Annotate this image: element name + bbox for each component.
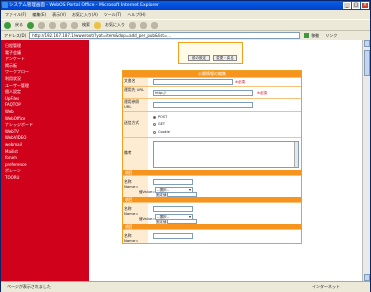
main-content: 前の設定 変更・戻る 公開情報の編集 文書名 ※必須 運用先 URL http:… xyxy=(96,40,362,281)
minimize-button[interactable]: _ xyxy=(343,2,351,9)
sidebar-item[interactable]: WebTV xyxy=(5,129,89,136)
menu-bar: ファイル(F) 編集(E) 表示(V) お気に入り(A) ツール(T) ヘルプ(… xyxy=(1,10,370,19)
title-label: 文書名 xyxy=(123,78,148,86)
value-label: 値Value= xyxy=(139,217,156,221)
change-return-button[interactable]: 変更・戻る xyxy=(213,55,237,61)
sidebar-item[interactable]: webmail xyxy=(5,142,89,149)
menu-file[interactable]: ファイル(F) xyxy=(5,10,26,19)
fixed-input[interactable] xyxy=(167,219,197,224)
scroll-down-icon[interactable] xyxy=(364,274,370,281)
status-bar: ページが表示されました インターネット xyxy=(1,281,370,292)
ref-url-label: 運用参照 URL xyxy=(123,99,148,111)
address-label: アドレス(D) xyxy=(4,32,27,38)
menu-help[interactable]: ヘルプ(H) xyxy=(127,10,145,19)
sidebar-item[interactable]: UpFiles xyxy=(5,96,89,103)
title-bar: システム管理画面 - WebOS Portal Office - Microso… xyxy=(1,1,370,10)
address-input[interactable]: http://192.167.187.1/wwwroot/?yat=item&d… xyxy=(29,32,301,39)
ie-icon xyxy=(2,2,8,8)
fixed-input[interactable] xyxy=(167,192,197,197)
name-input[interactable] xyxy=(153,206,193,212)
page-scrollbar[interactable] xyxy=(362,40,370,281)
favorites-icon[interactable] xyxy=(94,21,101,29)
refresh-icon[interactable] xyxy=(49,21,56,29)
window-title: システム管理画面 - WebOS Portal Office - Microso… xyxy=(9,3,159,8)
url-input[interactable]: http:// xyxy=(153,90,253,96)
scroll-thumb[interactable] xyxy=(364,50,370,76)
go-arrow-icon xyxy=(304,33,310,38)
sidebar-item[interactable]: WebVIDEO xyxy=(5,135,89,142)
ref-url-input[interactable] xyxy=(153,102,253,108)
radio-get-dot[interactable] xyxy=(153,122,156,126)
scroll-up-icon[interactable] xyxy=(364,40,370,47)
fixed-label: 固定値 xyxy=(156,220,167,224)
sidebar-menu: 日程管理 電子会議 アンケート 掲示板 ワークフロー 利用状況 ユーザー管理 個… xyxy=(1,40,89,281)
menu-edit[interactable]: 編集(E) xyxy=(32,10,46,19)
zone-label: インターネット xyxy=(312,284,340,289)
fixed-label: 固定値 xyxy=(156,193,167,197)
forward-icon[interactable] xyxy=(27,21,34,29)
back-icon[interactable] xyxy=(4,21,11,29)
favorites-label[interactable]: お気に入り xyxy=(105,22,125,28)
sidebar-item[interactable]: アンケート xyxy=(5,56,89,63)
history-icon[interactable] xyxy=(129,21,136,29)
menu-tools[interactable]: ツール(T) xyxy=(104,10,122,19)
sidebar-item[interactable]: ボレーン xyxy=(5,168,89,175)
go-button[interactable]: 移動 xyxy=(304,33,319,39)
browser-window: システム管理画面 - WebOS Portal Office - Microso… xyxy=(0,0,371,292)
links-label[interactable]: リンク xyxy=(325,33,337,39)
sidebar-item[interactable]: Mailist xyxy=(5,149,89,156)
sidebar-item[interactable]: FAQTOP xyxy=(5,102,89,109)
status-text: ページが表示されました xyxy=(7,284,51,289)
radio-post-dot[interactable] xyxy=(153,115,156,119)
search-icon[interactable] xyxy=(71,21,78,29)
mail-icon[interactable] xyxy=(140,21,147,29)
sidebar-item[interactable]: 利用状況 xyxy=(5,76,89,83)
stop-icon[interactable] xyxy=(38,21,45,29)
maximize-button[interactable]: □ xyxy=(352,2,360,9)
note-label: 備考 xyxy=(123,138,148,170)
url-required: ※必須 xyxy=(257,91,267,95)
radio-post[interactable]: POST xyxy=(153,115,167,119)
name-label: 名称 Name= xyxy=(123,230,148,243)
sidebar-item[interactable]: forum xyxy=(5,155,89,162)
name-input[interactable] xyxy=(153,179,193,185)
radio-cookie[interactable]: Cookie xyxy=(153,130,170,134)
radio-cookie-dot[interactable] xyxy=(153,130,156,134)
textarea-scrollbar[interactable] xyxy=(294,142,298,167)
address-bar: アドレス(D) http://192.167.187.1/wwwroot/?ya… xyxy=(1,30,370,40)
toolbar: 戻る 検索 お気に入り xyxy=(1,19,370,30)
home-icon[interactable] xyxy=(60,21,67,29)
action-box: 前の設定 変更・戻る xyxy=(178,42,243,64)
menu-favorites[interactable]: お気に入り(A) xyxy=(72,10,98,19)
search-label[interactable]: 検索 xyxy=(82,22,90,28)
close-button[interactable]: × xyxy=(361,2,369,9)
sidebar-item[interactable]: 日程管理 xyxy=(5,43,89,50)
method-label: 送信方式 xyxy=(123,112,148,137)
note-textarea[interactable] xyxy=(153,141,299,168)
sidebar-item[interactable]: TOORU xyxy=(5,175,89,182)
back-label[interactable]: 戻る xyxy=(15,22,23,28)
page-viewport: 日程管理 電子会議 アンケート 掲示板 ワークフロー 利用状況 ユーザー管理 個… xyxy=(1,40,370,281)
name-input[interactable] xyxy=(153,233,193,239)
sidebar-item[interactable]: Web xyxy=(5,109,89,116)
prev-settings-button[interactable]: 前の設定 xyxy=(188,55,210,61)
radio-get[interactable]: GET xyxy=(153,122,165,126)
sidebar-item[interactable]: ナレッジボード xyxy=(5,122,89,129)
sidebar-item[interactable]: ワークフロー xyxy=(5,69,89,76)
url-label: 運用先 URL xyxy=(123,87,148,98)
sidebar-item[interactable]: 個人設定 xyxy=(5,89,89,96)
title-input[interactable] xyxy=(153,79,233,85)
menu-view[interactable]: 表示(V) xyxy=(52,10,66,19)
edit-form: 公開情報の編集 文書名 ※必須 運用先 URL http:// ※必須 運用参照… xyxy=(122,70,302,244)
print-icon[interactable] xyxy=(151,21,158,29)
value-label: 値Value= xyxy=(139,190,156,194)
title-required: ※必須 xyxy=(235,80,245,84)
